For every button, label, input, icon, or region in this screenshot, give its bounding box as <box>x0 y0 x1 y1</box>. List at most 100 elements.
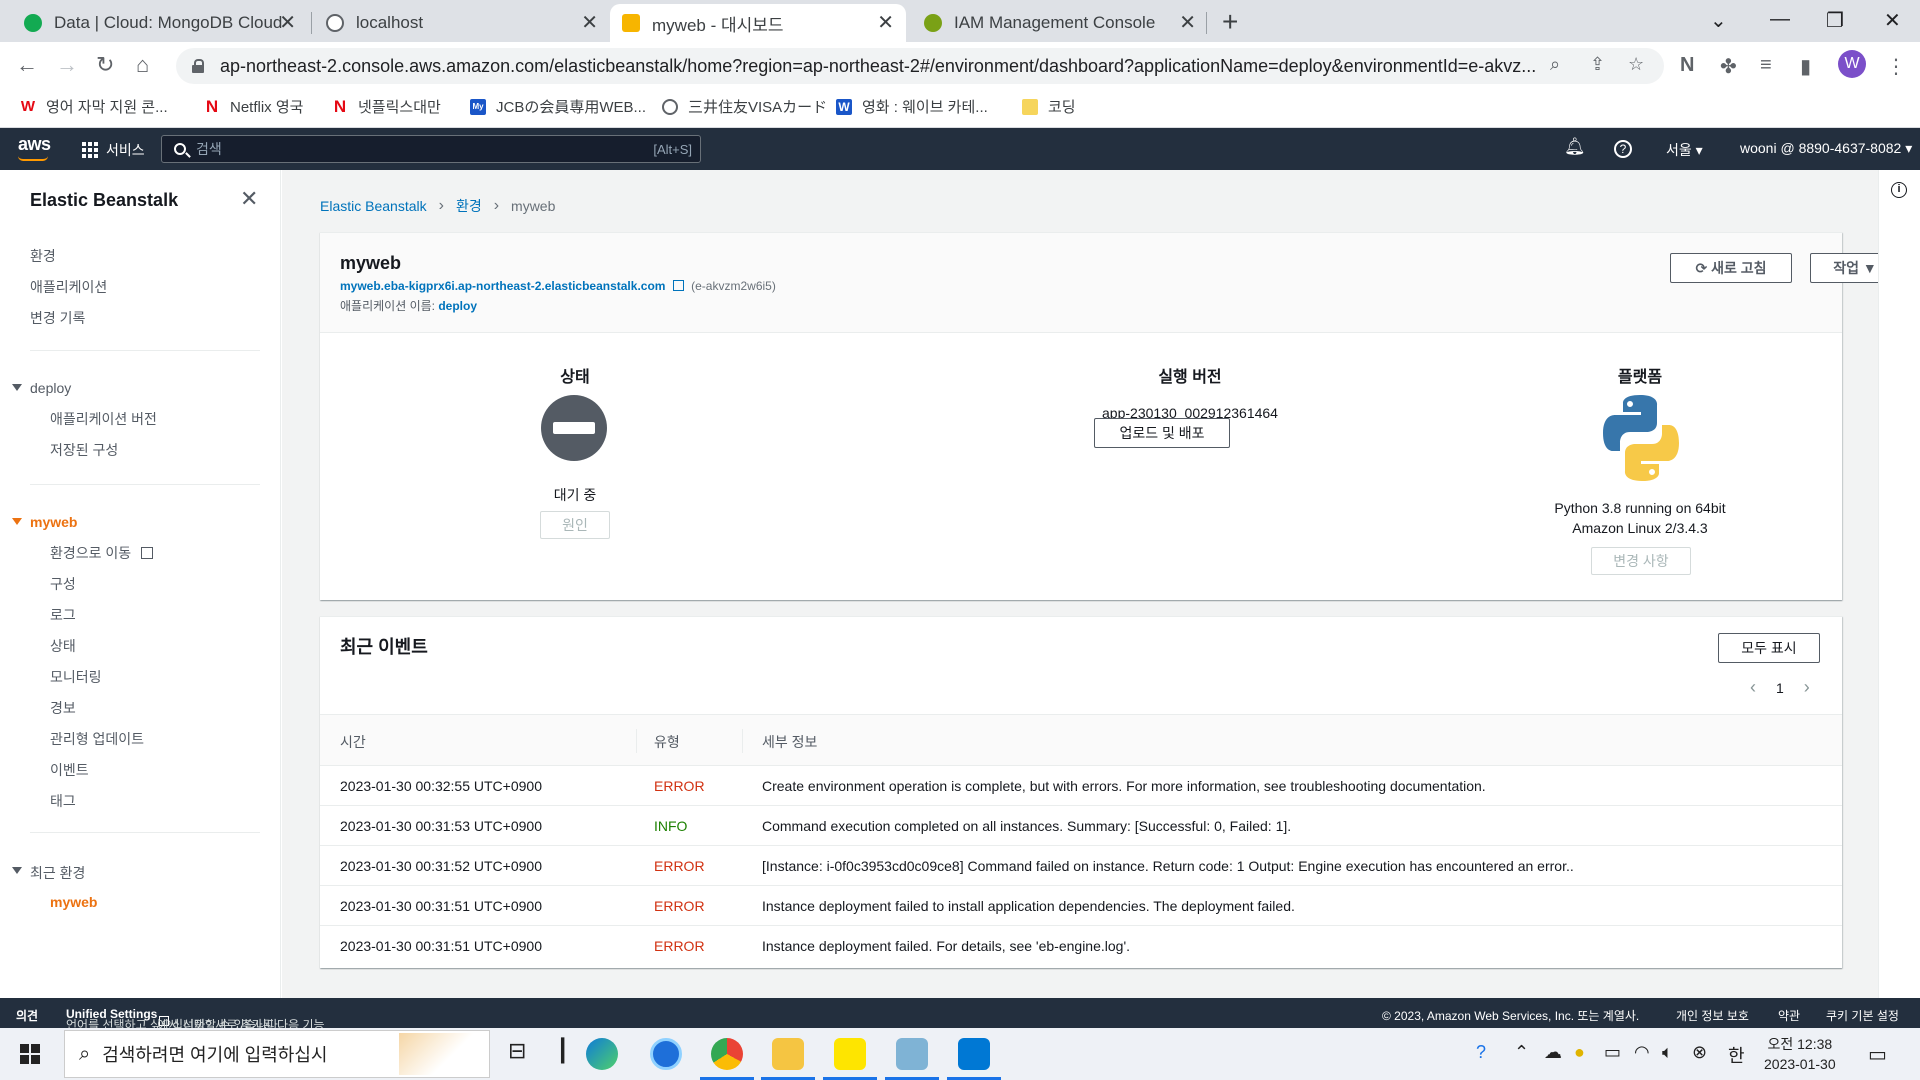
task-view-icon[interactable]: ⊟ <box>508 1038 526 1064</box>
sidebar-app-deploy[interactable]: deploy <box>30 380 71 396</box>
external-link-icon[interactable] <box>672 280 684 291</box>
account-menu[interactable]: wooni @ 8890-4637-8082 ▾ <box>1740 140 1912 157</box>
bookmark-folder[interactable]: 코딩 <box>1022 96 1076 117</box>
column-header-type[interactable]: 유형 <box>654 732 680 752</box>
kakaotalk-icon[interactable] <box>834 1038 866 1070</box>
browser-tab-iam[interactable]: IAM Management Console ✕ <box>912 4 1208 42</box>
windows-start-icon[interactable] <box>20 1044 40 1064</box>
minimize-icon[interactable]: — <box>1770 8 1790 31</box>
help-icon[interactable]: ? <box>1614 140 1632 158</box>
browser-tab-localhost[interactable]: localhost ✕ <box>314 4 610 42</box>
bookmark-item[interactable]: N Netflix 영국 <box>204 96 304 117</box>
bookmark-item[interactable]: 三井住友VISAカード <box>662 96 827 117</box>
taskbar-search-input[interactable]: ⌕ 검색하려면 여기에 입력하십시 <box>64 1030 490 1078</box>
menu-kebab-icon[interactable]: ⋮ <box>1886 54 1906 79</box>
battery-icon[interactable]: ▭ <box>1604 1042 1621 1063</box>
edge-app-icon[interactable] <box>586 1038 618 1070</box>
sidebar-item-configuration[interactable]: 구성 <box>50 574 76 594</box>
close-tab-icon[interactable]: ✕ <box>279 13 296 33</box>
column-header-details[interactable]: 세부 정보 <box>762 732 817 752</box>
zoom-search-icon[interactable]: ⌕ <box>1550 54 1560 75</box>
upload-deploy-button[interactable]: 업로드 및 배포 <box>1094 418 1230 448</box>
cookie-preferences-link[interactable]: 쿠키 기본 설정 <box>1826 1007 1899 1024</box>
bookmark-item[interactable]: N 넷플릭스대만 <box>332 96 441 117</box>
notifications-bell-icon[interactable]: 🔔︎ <box>1564 137 1586 157</box>
sidebar-recent-envs[interactable]: 최근 환경 <box>30 863 85 883</box>
internet-explorer-icon[interactable] <box>650 1038 682 1070</box>
sidebar-item-change-history[interactable]: 변경 기록 <box>30 308 85 328</box>
show-all-button[interactable]: 모두 표시 <box>1718 633 1820 663</box>
close-circle-icon[interactable]: ⊗ <box>1692 1042 1707 1063</box>
caret-down-icon[interactable] <box>12 867 22 874</box>
sidebar-item-alarms[interactable]: 경보 <box>50 698 76 718</box>
caret-down-icon[interactable] <box>12 518 22 525</box>
extension-n-icon[interactable]: N <box>1680 54 1694 77</box>
kakaotalk-tray-icon[interactable]: ● <box>1574 1042 1585 1063</box>
home-icon[interactable]: ⌂ <box>136 52 149 78</box>
notifications-icon[interactable]: ▭ <box>1868 1042 1887 1067</box>
region-selector[interactable]: 서울 ▾ <box>1666 140 1703 160</box>
causes-button[interactable]: 원인 <box>540 511 610 539</box>
bookmark-item[interactable]: W 영화 : 웨이브 카테... <box>836 96 988 117</box>
feedback-link[interactable]: 의견 <box>16 1007 38 1024</box>
share-icon[interactable]: ⇪ <box>1590 54 1605 75</box>
page-number[interactable]: 1 <box>1776 680 1784 696</box>
app-blue-icon[interactable] <box>896 1038 928 1070</box>
taskbar-clock[interactable]: 오전 12:38 2023-01-30 <box>1764 1034 1836 1074</box>
privacy-link[interactable]: 개인 정보 보호 <box>1676 1007 1749 1024</box>
breadcrumb-root-link[interactable]: Elastic Beanstalk <box>320 198 427 214</box>
chevron-right-icon[interactable]: › <box>1804 677 1810 698</box>
sidebar-item-managed-updates[interactable]: 관리형 업데이트 <box>50 729 144 749</box>
caret-down-icon[interactable] <box>12 384 22 391</box>
extensions-puzzle-icon[interactable]: ✤ <box>1720 54 1737 79</box>
info-icon[interactable]: i <box>1891 182 1907 198</box>
media-queue-icon[interactable]: ≡ <box>1760 54 1772 77</box>
sidebar-item-tags[interactable]: 태그 <box>50 791 76 811</box>
new-tab-plus-icon[interactable]: + <box>1222 6 1238 38</box>
side-panel-icon[interactable]: ▮ <box>1800 54 1811 79</box>
terms-link[interactable]: 약관 <box>1778 1007 1800 1024</box>
sidebar-item-events[interactable]: 이벤트 <box>50 760 89 780</box>
ime-indicator[interactable]: 한 <box>1728 1042 1745 1068</box>
profile-avatar[interactable]: W <box>1838 50 1866 78</box>
sidebar-item-environments[interactable]: 환경 <box>30 246 56 266</box>
aws-search-input[interactable]: 검색 [Alt+S] <box>161 135 701 163</box>
sidebar-item-app-versions[interactable]: 애플리케이션 버전 <box>50 409 157 429</box>
vscode-icon[interactable] <box>958 1038 990 1070</box>
bookmark-item[interactable]: My JCBの会員専用WEB... <box>470 96 646 117</box>
browser-tab-myweb-active[interactable]: myweb - 대시보드 ✕ <box>610 4 906 42</box>
refresh-button[interactable]: ⟳ 새로 고침 <box>1670 253 1792 283</box>
aws-logo[interactable]: aws <box>18 134 51 161</box>
close-tab-icon[interactable]: ✕ <box>1179 13 1196 33</box>
show-hidden-icons-chevron-icon[interactable]: ⌃ <box>1514 1042 1529 1063</box>
address-bar[interactable]: ap-northeast-2.console.aws.amazon.com/el… <box>176 48 1664 84</box>
breadcrumb-environments-link[interactable]: 환경 <box>456 196 482 216</box>
sidebar-env-myweb[interactable]: myweb <box>30 514 77 530</box>
volume-muted-icon[interactable]: 🔈︎ <box>1662 1042 1673 1063</box>
back-arrow-icon[interactable]: ← <box>16 52 38 78</box>
sidebar-item-go-to-env[interactable]: 환경으로 이동 <box>50 543 154 563</box>
sidebar-item-saved-configs[interactable]: 저장된 구성 <box>50 440 118 460</box>
file-explorer-icon[interactable] <box>772 1038 804 1070</box>
chevron-left-icon[interactable]: ‹ <box>1750 677 1756 698</box>
sidebar-item-monitoring[interactable]: 모니터링 <box>50 667 102 687</box>
reload-icon[interactable]: ↻ <box>96 52 114 78</box>
close-tab-icon[interactable]: ✕ <box>581 13 598 33</box>
column-header-time[interactable]: 시간 <box>340 732 366 752</box>
environment-url-link[interactable]: myweb.eba-kigprx6i.ap-northeast-2.elasti… <box>340 279 665 293</box>
bookmark-star-icon[interactable]: ☆ <box>1628 54 1644 75</box>
application-name-link[interactable]: deploy <box>438 299 477 313</box>
close-window-icon[interactable]: ✕ <box>1884 8 1901 33</box>
chrome-app-icon[interactable] <box>711 1038 743 1070</box>
close-tab-icon[interactable]: ✕ <box>877 13 894 33</box>
change-platform-button[interactable]: 변경 사항 <box>1591 547 1691 575</box>
tab-search-chevron-icon[interactable]: ⌄ <box>1710 8 1727 33</box>
forward-arrow-icon[interactable]: → <box>56 52 78 78</box>
services-menu-button[interactable]: 서비스 <box>82 140 145 160</box>
sidebar-item-applications[interactable]: 애플리케이션 <box>30 277 107 297</box>
bookmark-item[interactable]: W 영어 자막 지원 콘... <box>20 96 168 117</box>
cloud-tray-icon[interactable]: ☁ <box>1544 1042 1562 1063</box>
help-tray-icon[interactable]: ? <box>1476 1042 1486 1063</box>
sidebar-item-health[interactable]: 상태 <box>50 636 76 656</box>
close-sidebar-icon[interactable]: ✕ <box>240 186 258 212</box>
